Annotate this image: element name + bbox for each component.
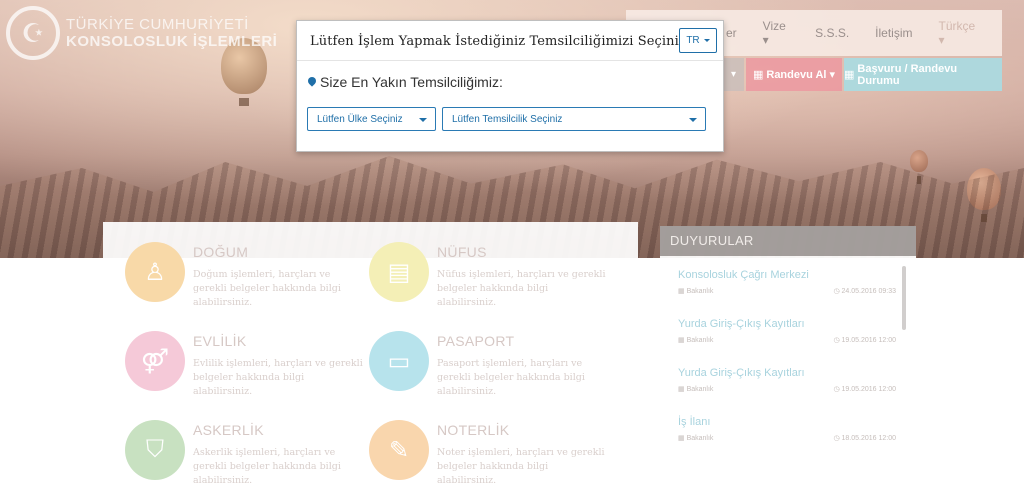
nearest-mission-label: Size En Yakın Temsilciliğimiz: [308,74,503,90]
announcement-source: ▦ Bakanlık [678,386,714,393]
calendar-icon: ▦ [752,69,764,81]
randevu-al-label: Randevu Al [766,68,827,81]
modal-header: Lütfen İşlem Yapmak İstediğiniz Temsilci… [297,21,723,61]
nearest-mission-text: Size En Yakın Temsilciliğimiz: [320,74,503,90]
announcement-item[interactable]: Konsolosluk Çağrı Merkezi ▦ Bakanlık ◷ 2… [678,269,896,295]
service-description: Doğum işlemleri, harçları ve gerekli bel… [193,269,341,308]
nav-item-language[interactable]: Türkçe ▾ [939,19,977,47]
country-select[interactable]: Lütfen Ülke Seçiniz [307,107,436,131]
secondary-panel [660,478,916,501]
nav-item-sss[interactable]: S.S.S. [815,26,849,40]
service-title: NÜFUS [437,244,487,260]
pen-icon: ✎ [369,420,429,480]
announcement-date: ◷ 19.05.2016 12:00 [833,337,896,344]
announcement-date: ◷ 19.05.2016 12:00 [833,386,896,393]
service-description: Noter işlemleri, harçları ve gerekli bel… [437,447,605,486]
shield-icon: ⛉ [125,420,185,480]
service-title: ASKERLİK [193,422,264,438]
service-description: Askerlik işlemleri, harçları ve gerekli … [193,447,341,486]
mission-select[interactable]: Lütfen Temsilcilik Seçiniz [442,107,706,131]
service-title: EVLİLİK [193,333,247,349]
language-dropdown-button[interactable]: TR [679,28,717,53]
chevron-down-icon [419,118,427,122]
announcement-source: ▦ Bakanlık [678,337,714,344]
balloon-image [910,150,928,184]
service-description: Pasaport işlemleri, harçları ve gerekli … [437,358,585,397]
service-title: NOTERLİK [437,422,510,438]
announcement-source: ▦ Bakanlık [678,288,714,295]
mission-select-value: Lütfen Temsilcilik Seçiniz [452,114,563,125]
site-logo[interactable]: ☪ TÜRKİYE CUMHURİYETİ KONSOLOSLUK İŞLEML… [6,6,277,60]
services-panel: ♙ DOĞUM Doğum işlemleri, harçları ve ger… [103,222,638,501]
service-evlilik[interactable]: ⚤ EVLİLİK Evlilik işlemleri, harçları ve… [125,331,365,415]
map-marker-icon [308,77,316,88]
announcement-title[interactable]: İş İlanı [678,416,896,428]
announcements-title: DUYURULAR [660,226,916,256]
announcements-scrollbar[interactable] [902,266,906,330]
announcement-item[interactable]: Yurda Giriş-Çıkış Kayıtları ▦ Bakanlık ◷… [678,318,896,344]
modal-title: Lütfen İşlem Yapmak İstediğiniz Temsilci… [310,34,686,49]
logo-line-1: TÜRKİYE CUMHURİYETİ [66,16,249,33]
logo-line-2: KONSOLOSLUK İŞLEMLERİ [66,33,278,50]
basvuru-durumu-button[interactable]: ▦ Başvuru / Randevu Durumu [844,58,1002,91]
service-dogum[interactable]: ♙ DOĞUM Doğum işlemleri, harçları ve ger… [125,242,365,326]
service-pasaport[interactable]: ▭ PASAPORT Pasaport işlemleri, harçları … [369,331,609,415]
calendar-icon: ▦ [844,69,855,81]
service-noterlik[interactable]: ✎ NOTERLİK Noter işlemleri, harçları ve … [369,420,609,501]
logo-text: TÜRKİYE CUMHURİYETİ KONSOLOSLUK İŞLEMLER… [66,16,277,50]
service-nufus[interactable]: ▤ NÜFUS Nüfus işlemleri, harçları ve ger… [369,242,609,326]
nav-item-vize[interactable]: Vize ▾ [763,19,789,47]
announcement-title[interactable]: Yurda Giriş-Çıkış Kayıtları [678,367,896,379]
nav-item-hidden[interactable]: er [726,26,737,40]
nav-item-iletisim[interactable]: İletişim [875,26,912,40]
announcement-item[interactable]: Yurda Giriş-Çıkış Kayıtları ▦ Bakanlık ◷… [678,367,896,393]
randevu-al-button[interactable]: ▦ Randevu Al ▾ [746,58,842,91]
announcement-title[interactable]: Yurda Giriş-Çıkış Kayıtları [678,318,896,330]
chevron-down-icon [689,118,697,122]
announcement-date: ◷ 18.05.2016 12:00 [833,435,896,442]
announcement-source: ▦ Bakanlık [678,435,714,442]
document-icon: ▤ [369,242,429,302]
mission-select-modal: Lütfen İşlem Yapmak İstediğiniz Temsilci… [296,20,724,152]
service-description: Nüfus işlemleri, harçları ve gerekli bel… [437,269,606,308]
service-title: DOĞUM [193,244,249,260]
basvuru-durumu-label: Başvuru / Randevu Durumu [857,62,958,87]
child-icon: ♙ [125,242,185,302]
service-title: PASAPORT [437,333,515,349]
service-description: Evlilik işlemleri, harçları ve gerekli b… [193,358,363,397]
couple-icon: ⚤ [125,331,185,391]
passport-icon: ▭ [369,331,429,391]
announcement-title[interactable]: Konsolosluk Çağrı Merkezi [678,269,896,281]
announcement-item[interactable]: İş İlanı ▦ Bakanlık ◷ 18.05.2016 12:00 [678,416,896,442]
service-askerlik[interactable]: ⛉ ASKERLİK Askerlik işlemleri, harçları … [125,420,365,501]
language-label: TR [686,35,700,46]
dropdown-caret-button[interactable]: ▾ [723,58,744,91]
crescent-star-icon: ☪ [6,6,60,60]
chevron-down-icon: ▾ [829,69,836,81]
country-select-value: Lütfen Ülke Seçiniz [317,114,403,125]
chevron-down-icon [703,39,710,42]
announcement-date: ◷ 24.05.2016 09:33 [833,288,896,295]
